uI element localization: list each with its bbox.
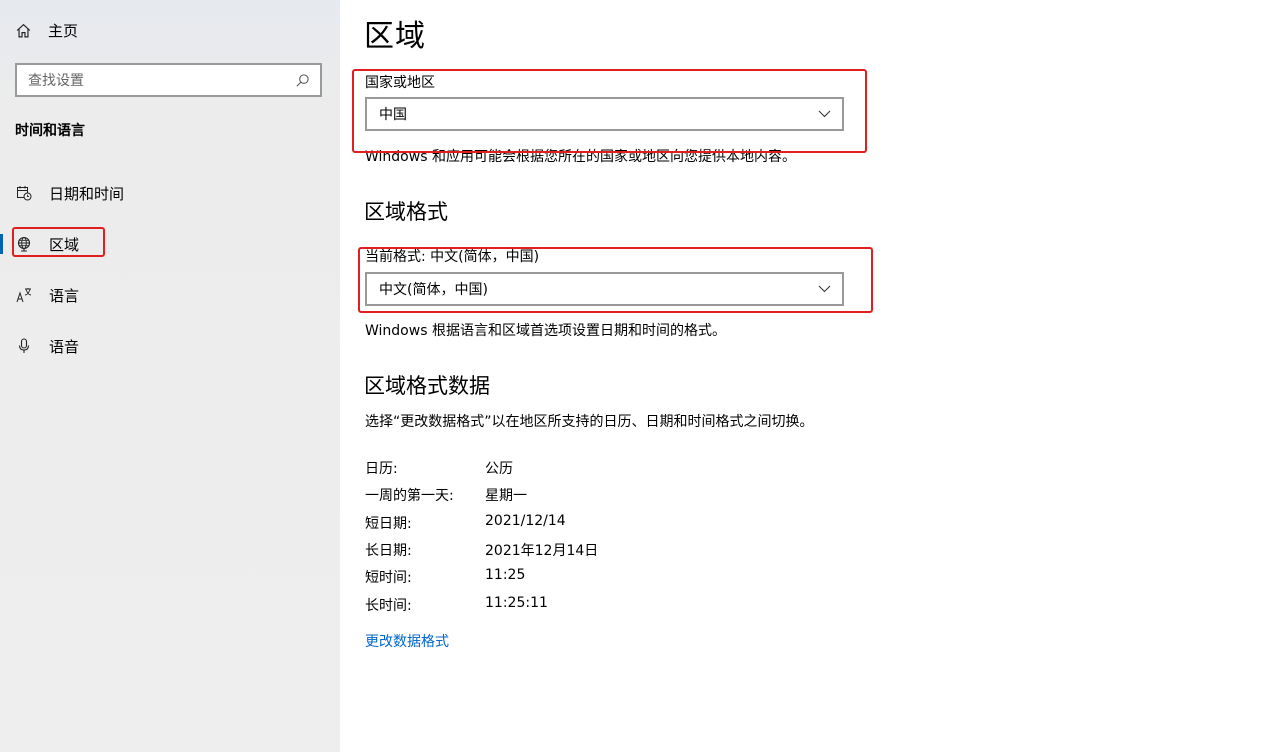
calendar-key: 日历:: [365, 461, 398, 477]
sidebar-item-region[interactable]: 区域: [0, 226, 340, 262]
active-indicator: [0, 234, 3, 254]
calendar-value: 公历: [485, 461, 513, 477]
settings-search-input[interactable]: 查找设置: [15, 63, 322, 97]
format-data-description: 选择“更改数据格式”以在地区所支持的日历、日期和时间格式之间切换。: [365, 414, 814, 430]
microphone-icon: [16, 338, 32, 354]
long-time-key: 长时间:: [365, 598, 412, 614]
format-heading: 区域格式: [364, 200, 448, 224]
country-dropdown[interactable]: 中国: [365, 97, 844, 131]
country-label: 国家或地区: [365, 75, 435, 91]
format-data-heading: 区域格式数据: [364, 374, 490, 398]
long-date-key: 长日期:: [365, 543, 412, 559]
search-icon[interactable]: [295, 73, 310, 88]
format-value: 中文(简体，中国): [379, 282, 488, 298]
home-nav-item[interactable]: 主页: [15, 19, 78, 41]
calendar-clock-icon: [16, 185, 32, 201]
sidebar-item-label: 语音: [49, 337, 80, 356]
sidebar-item-speech[interactable]: 语音: [0, 328, 340, 364]
section-title: 时间和语言: [15, 123, 85, 139]
chevron-down-icon: [818, 110, 831, 118]
short-time-key: 短时间:: [365, 570, 412, 586]
home-label: 主页: [48, 21, 79, 40]
sidebar: 主页 查找设置 时间和语言 日期和时间 区域 语言 语音: [0, 0, 340, 752]
main-content: 区域 国家或地区 中国 Windows 和应用可能会根据您所在的国家或地区向您提…: [340, 0, 1271, 752]
home-icon: [16, 23, 31, 37]
format-label: 当前格式: 中文(简体，中国): [365, 249, 540, 265]
long-time-value: 11:25:11: [485, 595, 548, 611]
sidebar-item-label: 语言: [49, 286, 80, 305]
sidebar-item-label: 日期和时间: [49, 184, 125, 203]
globe-icon: [16, 236, 32, 252]
chevron-down-icon: [818, 285, 831, 293]
sidebar-item-label: 区域: [49, 235, 80, 254]
first-day-value: 星期一: [485, 488, 527, 504]
short-date-value: 2021/12/14: [485, 513, 566, 529]
sidebar-item-date-time[interactable]: 日期和时间: [0, 175, 340, 211]
short-time-value: 11:25: [485, 567, 526, 583]
search-placeholder: 查找设置: [28, 73, 84, 89]
long-date-value: 2021年12月14日: [485, 543, 599, 559]
page-title: 区域: [364, 19, 426, 54]
sidebar-item-language[interactable]: 语言: [0, 277, 340, 313]
format-dropdown[interactable]: 中文(简体，中国): [365, 272, 844, 306]
country-value: 中国: [379, 107, 407, 123]
first-day-key: 一周的第一天:: [365, 488, 454, 504]
change-data-format-link[interactable]: 更改数据格式: [365, 631, 449, 651]
language-icon: [16, 287, 32, 303]
format-description: Windows 根据语言和区域首选项设置日期和时间的格式。: [365, 323, 726, 339]
short-date-key: 短日期:: [365, 516, 412, 532]
country-description: Windows 和应用可能会根据您所在的国家或地区向您提供本地内容。: [365, 149, 796, 165]
